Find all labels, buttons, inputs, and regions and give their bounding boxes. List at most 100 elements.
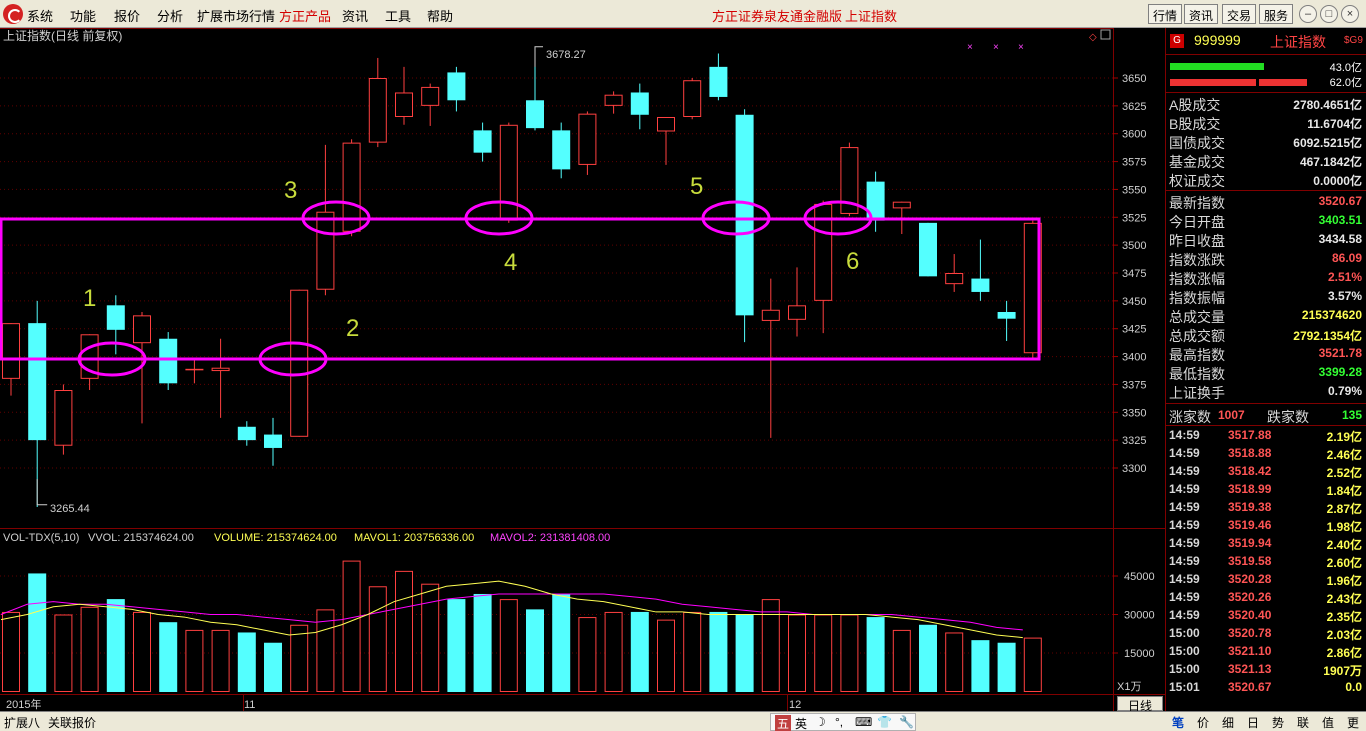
top-button-service[interactable]: 服务 [1259,4,1294,24]
ime-moon-icon[interactable]: ☽ [815,715,826,729]
volume-bar-down [526,609,544,692]
tick-volume: 0.0 [1345,680,1362,694]
tick-price: 3517.88 [1228,428,1272,442]
top-button-trade[interactable]: 交易 [1222,4,1257,24]
tab-price[interactable]: 价 [1192,714,1214,730]
ime-lang-icon[interactable]: 英 [795,715,807,731]
tick-price: 3518.88 [1228,446,1272,460]
index-stat-value: 2.51% [1327,270,1362,284]
index-stat-label: 最新指数 [1169,195,1225,211]
close-icon[interactable]: × [1341,5,1359,23]
tab-linked[interactable]: 联 [1292,714,1314,730]
tick-price: 3519.38 [1228,500,1272,514]
volume-bar-down [28,573,47,692]
volume-bar-up [604,611,623,693]
status-linked-quote[interactable]: 关联报价 [48,714,96,731]
app-logo-icon[interactable] [3,4,23,24]
candle-body-down [919,222,937,277]
tick-volume: 2.40亿 [1326,538,1362,552]
candle-body-up [578,113,597,165]
ime-mode-icon[interactable]: 五 [775,715,792,731]
tick-time: 14:59 [1169,608,1200,622]
annotation-3: 3 [284,177,297,204]
candle-body-up [211,367,230,372]
tab-value[interactable]: 值 [1317,714,1339,730]
tick-row: 14:59 3518.42 2.52亿 [1166,462,1366,480]
tab-detail[interactable]: 细 [1217,714,1239,730]
price-tick-label: 3650 [1122,73,1146,85]
advance-label: 涨家数 [1169,409,1211,425]
period-tab-daily[interactable]: 日线 [1117,696,1163,713]
volume-bar-up [761,599,780,692]
volume-bar-down [709,611,728,692]
volume-bar-up [290,624,309,692]
tick-time: 14:59 [1169,572,1200,586]
volume-bar-up [1023,637,1042,692]
menu-extended-market[interactable]: 扩展市场行情 [197,6,275,25]
volume-bar-up [185,629,204,693]
index-code: 999999 [1194,32,1241,48]
tick-volume: 2.52亿 [1326,466,1362,480]
ime-skin-icon[interactable]: 👕 [877,715,892,729]
high-price-label: 3678.27 [546,49,586,61]
ime-keyboard-icon[interactable]: ⌨ [855,715,872,729]
ime-punct-icon[interactable]: °, [835,715,843,729]
tab-trades[interactable]: 笔 [1167,714,1189,730]
volume-bar-down [159,622,178,692]
candle-body-up [945,273,964,285]
volume-bar-down [971,640,990,692]
tick-volume: 1.98亿 [1326,520,1362,534]
stat-row: 基金成交 467.1842亿 [1166,151,1366,170]
menu-founder-products[interactable]: 方正产品 [279,6,331,25]
tab-trend[interactable]: 势 [1267,714,1289,730]
tab-daily[interactable]: 日 [1242,714,1264,730]
tick-price: 3521.13 [1228,662,1272,676]
tick-price: 3520.26 [1228,590,1272,604]
volume-bar-up [342,560,361,692]
index-stat-label: 最高指数 [1169,347,1225,363]
tick-volume: 2.46亿 [1326,448,1362,462]
tick-row: 14:59 3519.94 2.40亿 [1166,534,1366,552]
ime-settings-icon[interactable]: 🔧 [899,715,914,729]
index-stat-label: 总成交量 [1169,309,1225,325]
index-stat-value: 3434.58 [1318,232,1362,246]
restore-icon[interactable]: □ [1320,5,1338,23]
menu-tools[interactable]: 工具 [385,6,411,25]
volume-bar-up [80,606,99,692]
stat-value: 467.1842亿 [1299,155,1362,169]
menu-quote[interactable]: 报价 [114,6,140,25]
tick-volume: 1.84亿 [1326,484,1362,498]
index-stat-label: 最低指数 [1169,366,1225,382]
kline-chart[interactable]: 3650362536003575355035253500347534503425… [0,28,1165,711]
index-stat-label: 上证换手 [1169,385,1225,401]
tab-more[interactable]: 更 [1342,714,1364,730]
price-tick-label: 3450 [1122,296,1146,308]
stat-row: 权证成交 0.0000亿 [1166,170,1366,189]
tick-time: 14:59 [1169,518,1200,532]
top-button-quote[interactable]: 行情 [1148,4,1183,24]
stat-label: 国债成交 [1169,135,1225,151]
price-tick-label: 3325 [1122,435,1146,447]
candle-body-down [997,312,1016,319]
signal-marker-icon: × [1018,42,1024,53]
tick-time: 15:00 [1169,644,1200,658]
index-stat-value: 3403.51 [1318,213,1362,227]
low-price-label: 3265.44 [50,503,90,515]
index-stat-label: 昨日收盘 [1169,233,1225,249]
index-stat-label: 今日开盘 [1169,214,1225,230]
tick-row: 14:59 3519.58 2.60亿 [1166,552,1366,570]
candle-body-up [788,305,806,320]
menu-analysis[interactable]: 分析 [157,6,183,25]
menu-function[interactable]: 功能 [70,6,96,25]
tick-time: 14:59 [1169,482,1200,496]
top-button-news[interactable]: 资讯 [1184,4,1219,24]
menu-system[interactable]: 系统 [27,6,53,25]
menu-help[interactable]: 帮助 [427,6,453,25]
tick-price: 3518.99 [1228,482,1272,496]
minimize-icon[interactable]: – [1299,5,1317,23]
candle-body-up [54,390,73,446]
volume-bar-down [552,593,571,692]
menu-news[interactable]: 资讯 [342,6,368,25]
status-extend-8[interactable]: 扩展八 [4,714,40,731]
tick-volume: 1.96亿 [1326,574,1362,588]
